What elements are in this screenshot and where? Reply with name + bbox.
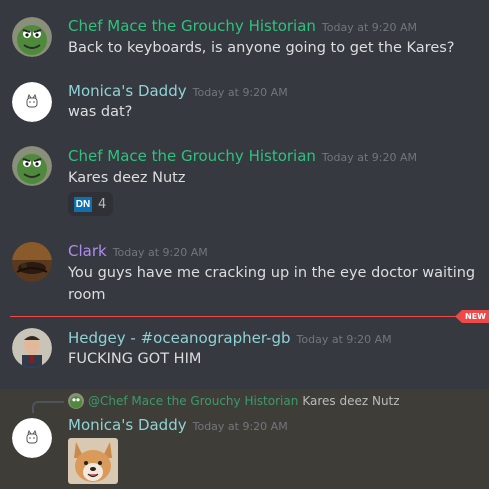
timestamp: Today at 9:20 AM bbox=[192, 86, 288, 99]
username[interactable]: Clark bbox=[68, 242, 107, 260]
reply-username[interactable]: @Chef Mace the Grouchy Historian bbox=[88, 393, 298, 409]
dn-emoji-icon: DN bbox=[74, 196, 92, 212]
message-text: Back to keyboards, is anyone going to ge… bbox=[68, 40, 455, 56]
message-text: FUCKING GOT HIM bbox=[68, 351, 202, 367]
corgi-image[interactable] bbox=[68, 438, 118, 484]
cat-sketch-avatar[interactable] bbox=[12, 82, 52, 122]
reaction-button[interactable]: DN 4 bbox=[68, 192, 113, 216]
username[interactable]: Chef Mace the Grouchy Historian bbox=[68, 147, 316, 165]
message-text: Kares deez Nutz bbox=[68, 170, 186, 186]
timestamp: Today at 9:20 AM bbox=[321, 151, 417, 164]
photo-avatar[interactable] bbox=[12, 242, 52, 282]
username[interactable]: Chef Mace the Grouchy Historian bbox=[68, 17, 316, 35]
reaction-count: 4 bbox=[98, 196, 107, 212]
username[interactable]: Monica's Daddy bbox=[68, 82, 187, 100]
timestamp: Today at 9:20 AM bbox=[192, 420, 288, 433]
message-text-line: You guys have me cracking up in the eye … bbox=[68, 265, 476, 281]
cat-sketch-avatar[interactable] bbox=[12, 418, 52, 458]
username[interactable]: Hedgey - #oceanographer-gb bbox=[68, 329, 291, 347]
reply-text[interactable]: Kares deez Nutz bbox=[302, 393, 399, 409]
oscar-avatar bbox=[68, 393, 84, 409]
message-text: You guys have me cracking up in the eye … bbox=[68, 262, 475, 306]
timestamp: Today at 9:20 AM bbox=[321, 21, 417, 34]
new-badge: NEW bbox=[455, 310, 489, 323]
oscar-avatar[interactable] bbox=[12, 146, 52, 186]
timestamp: Today at 9:20 AM bbox=[296, 333, 392, 346]
timestamp: Today at 9:20 AM bbox=[112, 246, 208, 259]
person-avatar[interactable] bbox=[12, 328, 52, 368]
oscar-avatar[interactable] bbox=[12, 17, 52, 57]
reply-reference[interactable]: @Chef Mace the Grouchy Historian Kares de… bbox=[68, 393, 400, 409]
new-messages-divider bbox=[10, 316, 480, 317]
reply-connector bbox=[32, 401, 64, 413]
username[interactable]: Monica's Daddy bbox=[68, 416, 187, 434]
message-text-line: room bbox=[68, 287, 106, 303]
chat-window: Chef Mace the Grouchy Historian Today at … bbox=[0, 0, 489, 489]
message-text: was dat? bbox=[68, 104, 133, 120]
